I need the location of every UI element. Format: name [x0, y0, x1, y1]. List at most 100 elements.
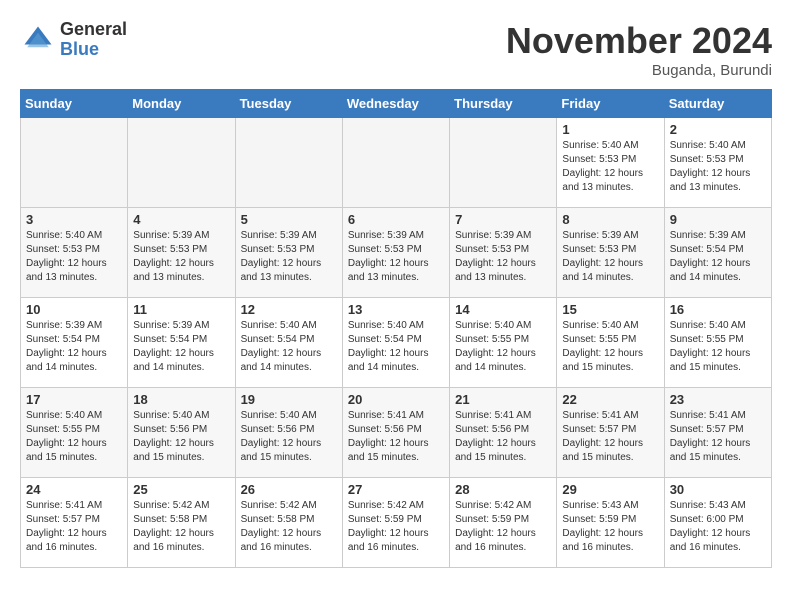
day-info: Sunrise: 5:40 AMSunset: 5:56 PMDaylight:… — [241, 409, 337, 465]
day-cell-17: 17Sunrise: 5:40 AMSunset: 5:55 PMDayligh… — [21, 388, 128, 478]
day-cell-1: 1 Sunrise: 5:40 AMSunset: 5:53 PMDaylight… — [557, 118, 664, 208]
day-number: 8 — [562, 212, 658, 227]
page-header: General Blue November 2024 Buganda, Buru… — [20, 20, 772, 79]
month-title: November 2024 — [506, 20, 772, 62]
day-number: 23 — [670, 392, 766, 407]
col-header-tuesday: Tuesday — [235, 90, 342, 118]
week-row-3: 10 Sunrise: 5:39 AMSunset: 5:54 PMDayligh… — [21, 298, 772, 388]
day-cell-23: 23 Sunrise: 5:41 AMSunset: 5:57 PMDayligh… — [664, 388, 771, 478]
empty-cell — [342, 118, 449, 208]
day-info: Sunrise: 5:40 AMSunset: 5:55 PMDaylight:… — [562, 319, 658, 375]
day-cell-20: 20 Sunrise: 5:41 AMSunset: 5:56 PMDayligh… — [342, 388, 449, 478]
col-header-thursday: Thursday — [450, 90, 557, 118]
day-number: 6 — [348, 212, 444, 227]
day-number: 24 — [26, 482, 122, 497]
day-cell-19: 19 Sunrise: 5:40 AMSunset: 5:56 PMDayligh… — [235, 388, 342, 478]
day-cell-30: 30 Sunrise: 5:43 AMSunset: 6:00 PMDayligh… — [664, 478, 771, 568]
empty-cell — [235, 118, 342, 208]
day-info: Sunrise: 5:42 AMSunset: 5:58 PMDaylight:… — [241, 499, 337, 555]
day-number: 19 — [241, 392, 337, 407]
day-cell-27: 27 Sunrise: 5:42 AMSunset: 5:59 PMDayligh… — [342, 478, 449, 568]
day-cell-18: 18 Sunrise: 5:40 AMSunset: 5:56 PMDayligh… — [128, 388, 235, 478]
day-number: 2 — [670, 122, 766, 137]
day-number: 18 — [133, 392, 229, 407]
logo-icon — [20, 22, 56, 58]
logo-text: General Blue — [60, 20, 127, 60]
day-info: Sunrise: 5:39 AMSunset: 5:53 PMDaylight:… — [562, 229, 658, 285]
day-number: 13 — [348, 302, 444, 317]
day-info: Sunrise: 5:39 AMSunset: 5:53 PMDaylight:… — [241, 229, 337, 285]
col-header-sunday: Sunday — [21, 90, 128, 118]
day-number: 12 — [241, 302, 337, 317]
week-row-1: 1 Sunrise: 5:40 AMSunset: 5:53 PMDaylight… — [21, 118, 772, 208]
day-cell-22: 22Sunrise: 5:41 AMSunset: 5:57 PMDayligh… — [557, 388, 664, 478]
col-header-wednesday: Wednesday — [342, 90, 449, 118]
day-number: 1 — [562, 122, 658, 137]
col-header-friday: Friday — [557, 90, 664, 118]
week-row-2: 3 Sunrise: 5:40 AMSunset: 5:53 PMDaylight… — [21, 208, 772, 298]
empty-cell — [450, 118, 557, 208]
day-info: Sunrise: 5:41 AMSunset: 5:56 PMDaylight:… — [455, 409, 551, 465]
day-cell-8: 8 Sunrise: 5:39 AMSunset: 5:53 PMDaylight… — [557, 208, 664, 298]
day-info: Sunrise: 5:41 AMSunset: 5:57 PMDaylight:… — [26, 499, 122, 555]
day-info: Sunrise: 5:40 AMSunset: 5:54 PMDaylight:… — [241, 319, 337, 375]
day-info: Sunrise: 5:41 AMSunset: 5:56 PMDaylight:… — [348, 409, 444, 465]
day-cell-7: 7 Sunrise: 5:39 AMSunset: 5:53 PMDaylight… — [450, 208, 557, 298]
location: Buganda, Burundi — [506, 62, 772, 79]
calendar-header-row: SundayMondayTuesdayWednesdayThursdayFrid… — [21, 90, 772, 118]
day-number: 16 — [670, 302, 766, 317]
day-number: 30 — [670, 482, 766, 497]
day-info: Sunrise: 5:39 AMSunset: 5:53 PMDaylight:… — [133, 229, 229, 285]
day-info: Sunrise: 5:40 AMSunset: 5:55 PMDaylight:… — [670, 319, 766, 375]
day-number: 27 — [348, 482, 444, 497]
day-number: 3 — [26, 212, 122, 227]
day-cell-11: 11 Sunrise: 5:39 AMSunset: 5:54 PMDayligh… — [128, 298, 235, 388]
day-info: Sunrise: 5:41 AMSunset: 5:57 PMDaylight:… — [670, 409, 766, 465]
day-number: 11 — [133, 302, 229, 317]
day-number: 7 — [455, 212, 551, 227]
day-cell-15: 15Sunrise: 5:40 AMSunset: 5:55 PMDayligh… — [557, 298, 664, 388]
day-info: Sunrise: 5:40 AMSunset: 5:53 PMDaylight:… — [26, 229, 122, 285]
day-info: Sunrise: 5:43 AMSunset: 5:59 PMDaylight:… — [562, 499, 658, 555]
day-info: Sunrise: 5:42 AMSunset: 5:58 PMDaylight:… — [133, 499, 229, 555]
day-cell-13: 13 Sunrise: 5:40 AMSunset: 5:54 PMDayligh… — [342, 298, 449, 388]
day-cell-24: 24 Sunrise: 5:41 AMSunset: 5:57 PMDayligh… — [21, 478, 128, 568]
day-cell-3: 3 Sunrise: 5:40 AMSunset: 5:53 PMDaylight… — [21, 208, 128, 298]
day-info: Sunrise: 5:42 AMSunset: 5:59 PMDaylight:… — [348, 499, 444, 555]
day-cell-21: 21 Sunrise: 5:41 AMSunset: 5:56 PMDayligh… — [450, 388, 557, 478]
day-number: 26 — [241, 482, 337, 497]
day-number: 4 — [133, 212, 229, 227]
day-number: 17 — [26, 392, 122, 407]
day-number: 5 — [241, 212, 337, 227]
logo-blue: Blue — [60, 40, 127, 60]
day-info: Sunrise: 5:40 AMSunset: 5:53 PMDaylight:… — [562, 139, 658, 195]
empty-cell — [128, 118, 235, 208]
day-number: 28 — [455, 482, 551, 497]
day-info: Sunrise: 5:40 AMSunset: 5:54 PMDaylight:… — [348, 319, 444, 375]
day-number: 22 — [562, 392, 658, 407]
week-row-5: 24 Sunrise: 5:41 AMSunset: 5:57 PMDayligh… — [21, 478, 772, 568]
day-cell-14: 14Sunrise: 5:40 AMSunset: 5:55 PMDayligh… — [450, 298, 557, 388]
day-cell-9: 9Sunrise: 5:39 AMSunset: 5:54 PMDaylight… — [664, 208, 771, 298]
title-area: November 2024 Buganda, Burundi — [506, 20, 772, 79]
day-cell-4: 4 Sunrise: 5:39 AMSunset: 5:53 PMDaylight… — [128, 208, 235, 298]
day-cell-16: 16 Sunrise: 5:40 AMSunset: 5:55 PMDayligh… — [664, 298, 771, 388]
day-number: 21 — [455, 392, 551, 407]
day-info: Sunrise: 5:39 AMSunset: 5:53 PMDaylight:… — [348, 229, 444, 285]
col-header-saturday: Saturday — [664, 90, 771, 118]
day-number: 20 — [348, 392, 444, 407]
day-info: Sunrise: 5:39 AMSunset: 5:54 PMDaylight:… — [133, 319, 229, 375]
day-cell-26: 26 Sunrise: 5:42 AMSunset: 5:58 PMDayligh… — [235, 478, 342, 568]
day-number: 9 — [670, 212, 766, 227]
day-info: Sunrise: 5:42 AMSunset: 5:59 PMDaylight:… — [455, 499, 551, 555]
day-cell-2: 2 Sunrise: 5:40 AMSunset: 5:53 PMDaylight… — [664, 118, 771, 208]
day-info: Sunrise: 5:40 AMSunset: 5:53 PMDaylight:… — [670, 139, 766, 195]
day-info: Sunrise: 5:43 AMSunset: 6:00 PMDaylight:… — [670, 499, 766, 555]
day-info: Sunrise: 5:39 AMSunset: 5:53 PMDaylight:… — [455, 229, 551, 285]
day-info: Sunrise: 5:40 AMSunset: 5:55 PMDaylight:… — [455, 319, 551, 375]
day-number: 10 — [26, 302, 122, 317]
logo: General Blue — [20, 20, 127, 60]
day-info: Sunrise: 5:39 AMSunset: 5:54 PMDaylight:… — [26, 319, 122, 375]
empty-cell — [21, 118, 128, 208]
day-info: Sunrise: 5:40 AMSunset: 5:56 PMDaylight:… — [133, 409, 229, 465]
